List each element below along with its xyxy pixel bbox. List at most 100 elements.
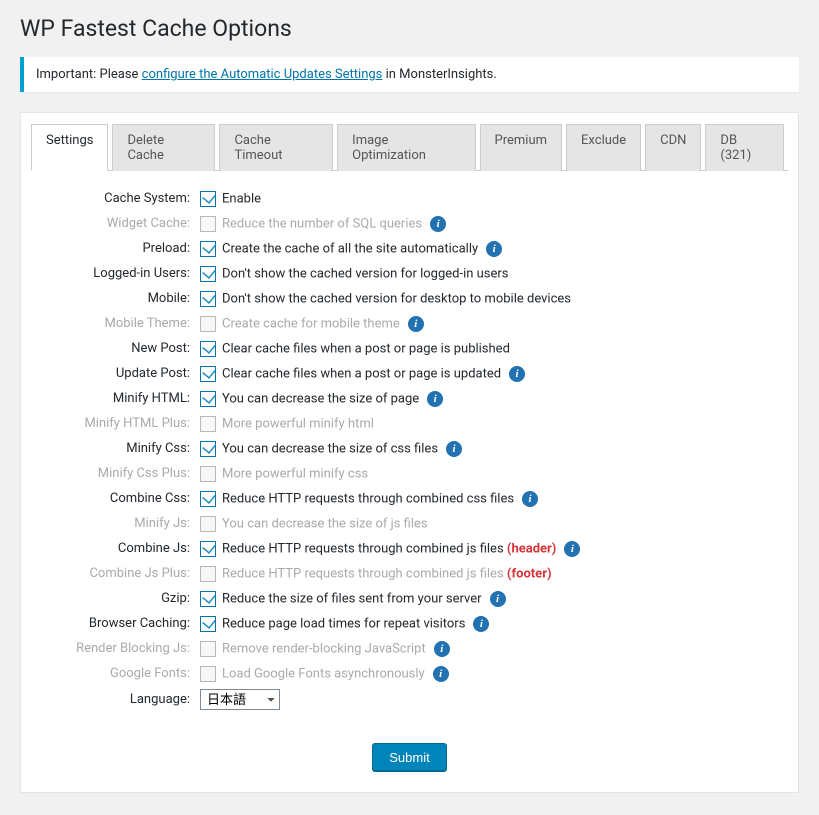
notice-link[interactable]: configure the Automatic Updates Settings	[142, 67, 383, 82]
tab-settings[interactable]: Settings	[31, 124, 108, 171]
option-label: Update Post:	[31, 361, 196, 386]
info-icon[interactable]: i	[408, 316, 424, 332]
option-control: Enable	[196, 186, 788, 211]
option-label: Minify HTML Plus:	[31, 411, 196, 436]
checkbox-new_post[interactable]	[200, 341, 216, 357]
option-description: Reduce page load times for repeat visito…	[222, 616, 465, 631]
option-control: Reduce page load times for repeat visito…	[196, 611, 788, 636]
option-label: Mobile:	[31, 286, 196, 311]
checkbox-google_fonts	[200, 666, 216, 682]
option-label: New Post:	[31, 336, 196, 361]
checkbox-widget_cache	[200, 216, 216, 232]
option-row-gzip: Gzip: Reduce the size of files sent from …	[31, 586, 788, 611]
tab-image-optimization[interactable]: Image Optimization	[337, 124, 475, 171]
info-icon[interactable]: i	[434, 641, 450, 657]
info-icon[interactable]: i	[522, 491, 538, 507]
submit-button[interactable]: Submit	[372, 743, 446, 772]
notice-prefix: Important: Please	[36, 67, 142, 82]
option-label: Google Fonts:	[31, 661, 196, 686]
option-row-minify_js: Minify Js: You can decrease the size of j…	[31, 511, 788, 536]
option-row-google_fonts: Google Fonts: Load Google Fonts asynchron…	[31, 661, 788, 686]
checkbox-combine_css[interactable]	[200, 491, 216, 507]
checkbox-browser_caching[interactable]	[200, 616, 216, 632]
option-description: You can decrease the size of js files	[222, 516, 428, 531]
info-icon[interactable]: i	[509, 366, 525, 382]
checkbox-cache_system[interactable]	[200, 191, 216, 207]
option-row-language: Language:日本語	[31, 686, 788, 713]
tab-delete-cache[interactable]: Delete Cache	[112, 124, 215, 171]
option-description: You can decrease the size of css files	[222, 441, 438, 456]
language-select[interactable]: 日本語	[200, 689, 280, 710]
info-icon[interactable]: i	[430, 216, 446, 232]
info-icon[interactable]: i	[446, 441, 462, 457]
info-icon[interactable]: i	[564, 541, 580, 557]
checkbox-gzip[interactable]	[200, 591, 216, 607]
option-label: Cache System:	[31, 186, 196, 211]
option-label: Minify Js:	[31, 511, 196, 536]
option-description: Load Google Fonts asynchronously	[222, 666, 425, 681]
checkbox-minify_html[interactable]	[200, 391, 216, 407]
info-icon[interactable]: i	[473, 616, 489, 632]
option-control: Clear cache files when a post or page is…	[196, 361, 788, 386]
option-row-mobile_theme: Mobile Theme:Create cache for mobile the…	[31, 311, 788, 336]
option-description: Enable	[222, 191, 261, 206]
settings-panel: SettingsDelete CacheCache TimeoutImage O…	[20, 112, 799, 793]
checkbox-minify_html_plus	[200, 416, 216, 432]
checkbox-combine_js[interactable]	[200, 541, 216, 557]
option-label: Render Blocking Js:	[31, 636, 196, 661]
option-label: Combine Js Plus:	[31, 561, 196, 586]
page-title: WP Fastest Cache Options	[20, 15, 799, 42]
option-description: Reduce HTTP requests through combined js…	[222, 566, 504, 581]
option-row-update_post: Update Post:Clear cache files when a pos…	[31, 361, 788, 386]
option-control: More powerful minify css	[196, 461, 788, 486]
info-icon[interactable]: i	[490, 591, 506, 607]
info-icon[interactable]: i	[427, 391, 443, 407]
option-description: Reduce the size of files sent from your …	[222, 591, 482, 606]
tab-exclude[interactable]: Exclude	[566, 124, 641, 171]
checkbox-render_blocking	[200, 641, 216, 657]
option-label: Preload:	[31, 236, 196, 261]
option-control: Remove render-blocking JavaScripti	[196, 636, 788, 661]
option-control: Don't show the cached version for logged…	[196, 261, 788, 286]
option-label: Widget Cache:	[31, 211, 196, 236]
tab-premium[interactable]: Premium	[480, 124, 563, 171]
option-label: Language:	[31, 686, 196, 713]
checkbox-preload[interactable]	[200, 241, 216, 257]
option-row-mobile: Mobile: Don't show the cached version for…	[31, 286, 788, 311]
option-description: Create cache for mobile theme	[222, 316, 400, 331]
option-control: Create cache for mobile theme i	[196, 311, 788, 336]
checkbox-mobile[interactable]	[200, 291, 216, 307]
checkbox-update_post[interactable]	[200, 366, 216, 382]
tab-cache-timeout[interactable]: Cache Timeout	[219, 124, 333, 171]
option-control: Reduce HTTP requests through combined cs…	[196, 486, 788, 511]
info-icon[interactable]: i	[486, 241, 502, 257]
option-row-browser_caching: Browser Caching: Reduce page load times f…	[31, 611, 788, 636]
option-row-combine_js_plus: Combine Js Plus: Reduce HTTP requests thr…	[31, 561, 788, 586]
option-row-minify_html: Minify HTML:You can decrease the size of…	[31, 386, 788, 411]
checkbox-logged_in[interactable]	[200, 266, 216, 282]
tab-cdn[interactable]: CDN	[645, 124, 701, 171]
option-control: Reduce the number of SQL queriesi	[196, 211, 788, 236]
option-label: Gzip:	[31, 586, 196, 611]
option-control: Reduce HTTP requests through combined js…	[196, 561, 788, 586]
checkbox-minify_css[interactable]	[200, 441, 216, 457]
option-control: You can decrease the size of css files i	[196, 436, 788, 461]
checkbox-combine_js_plus	[200, 566, 216, 582]
option-label: Minify Css Plus:	[31, 461, 196, 486]
option-control: You can decrease the size of pagei	[196, 386, 788, 411]
option-control: Don't show the cached version for deskto…	[196, 286, 788, 311]
option-label: Browser Caching:	[31, 611, 196, 636]
info-icon[interactable]: i	[433, 666, 449, 682]
options-table: Cache System:EnableWidget Cache:Reduce t…	[31, 186, 788, 713]
option-control: Reduce HTTP requests through combined js…	[196, 536, 788, 561]
option-description: More powerful minify css	[222, 466, 368, 481]
option-row-preload: Preload:Create the cache of all the site…	[31, 236, 788, 261]
option-description: Don't show the cached version for deskto…	[222, 291, 571, 306]
option-row-render_blocking: Render Blocking Js:Remove render-blockin…	[31, 636, 788, 661]
option-label: Minify HTML:	[31, 386, 196, 411]
option-label: Combine Js:	[31, 536, 196, 561]
tab-db-321[interactable]: DB (321)	[705, 124, 784, 171]
option-description: Don't show the cached version for logged…	[222, 266, 509, 281]
option-row-combine_js: Combine Js:Reduce HTTP requests through …	[31, 536, 788, 561]
option-label: Combine Css:	[31, 486, 196, 511]
